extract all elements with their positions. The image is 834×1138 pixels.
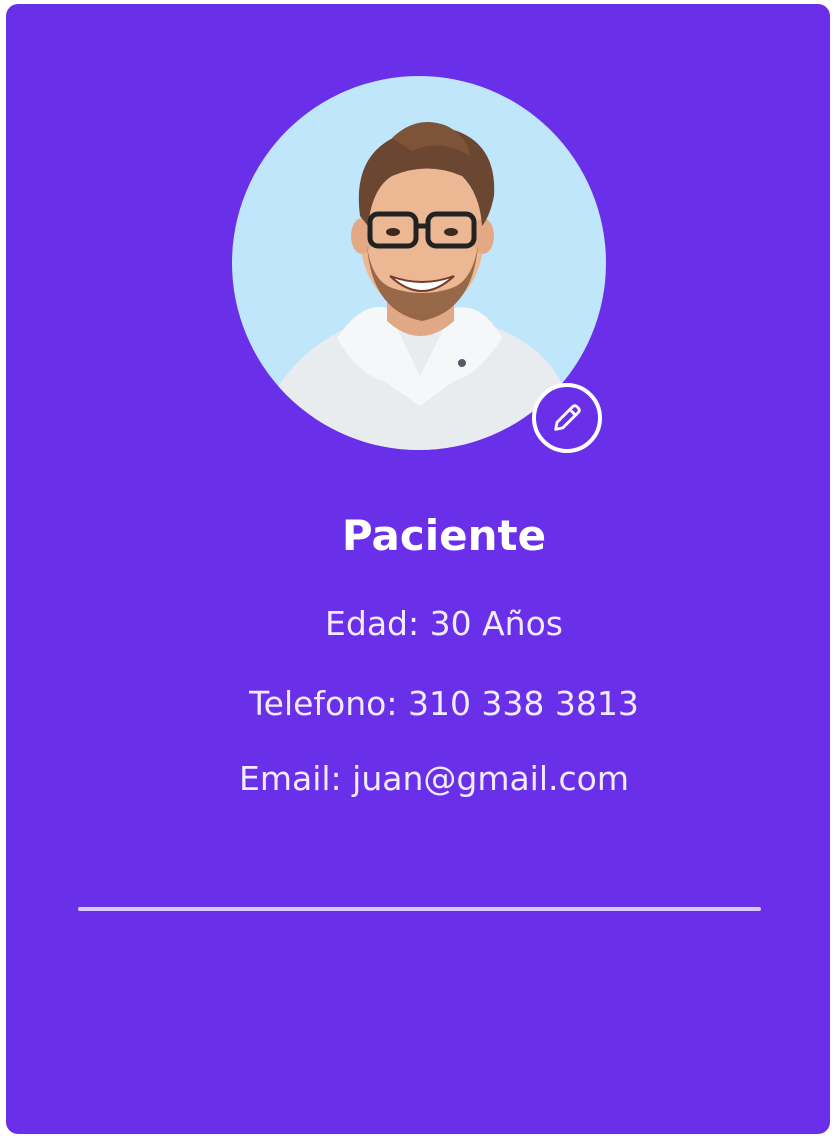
pencil-icon — [554, 404, 581, 431]
edit-avatar-button[interactable] — [532, 383, 602, 453]
avatar-container — [232, 76, 606, 453]
patient-email: Email: juan@gmail.com — [238, 759, 629, 798]
patient-profile-card: Paciente Edad: 30 Años Telefono: 310 338… — [6, 4, 830, 1134]
divider — [78, 907, 761, 911]
patient-phone: Telefono: 310 338 3813 — [249, 684, 639, 723]
patient-name: Paciente — [341, 511, 547, 560]
patient-age: Edad: 30 Años — [325, 604, 563, 643]
